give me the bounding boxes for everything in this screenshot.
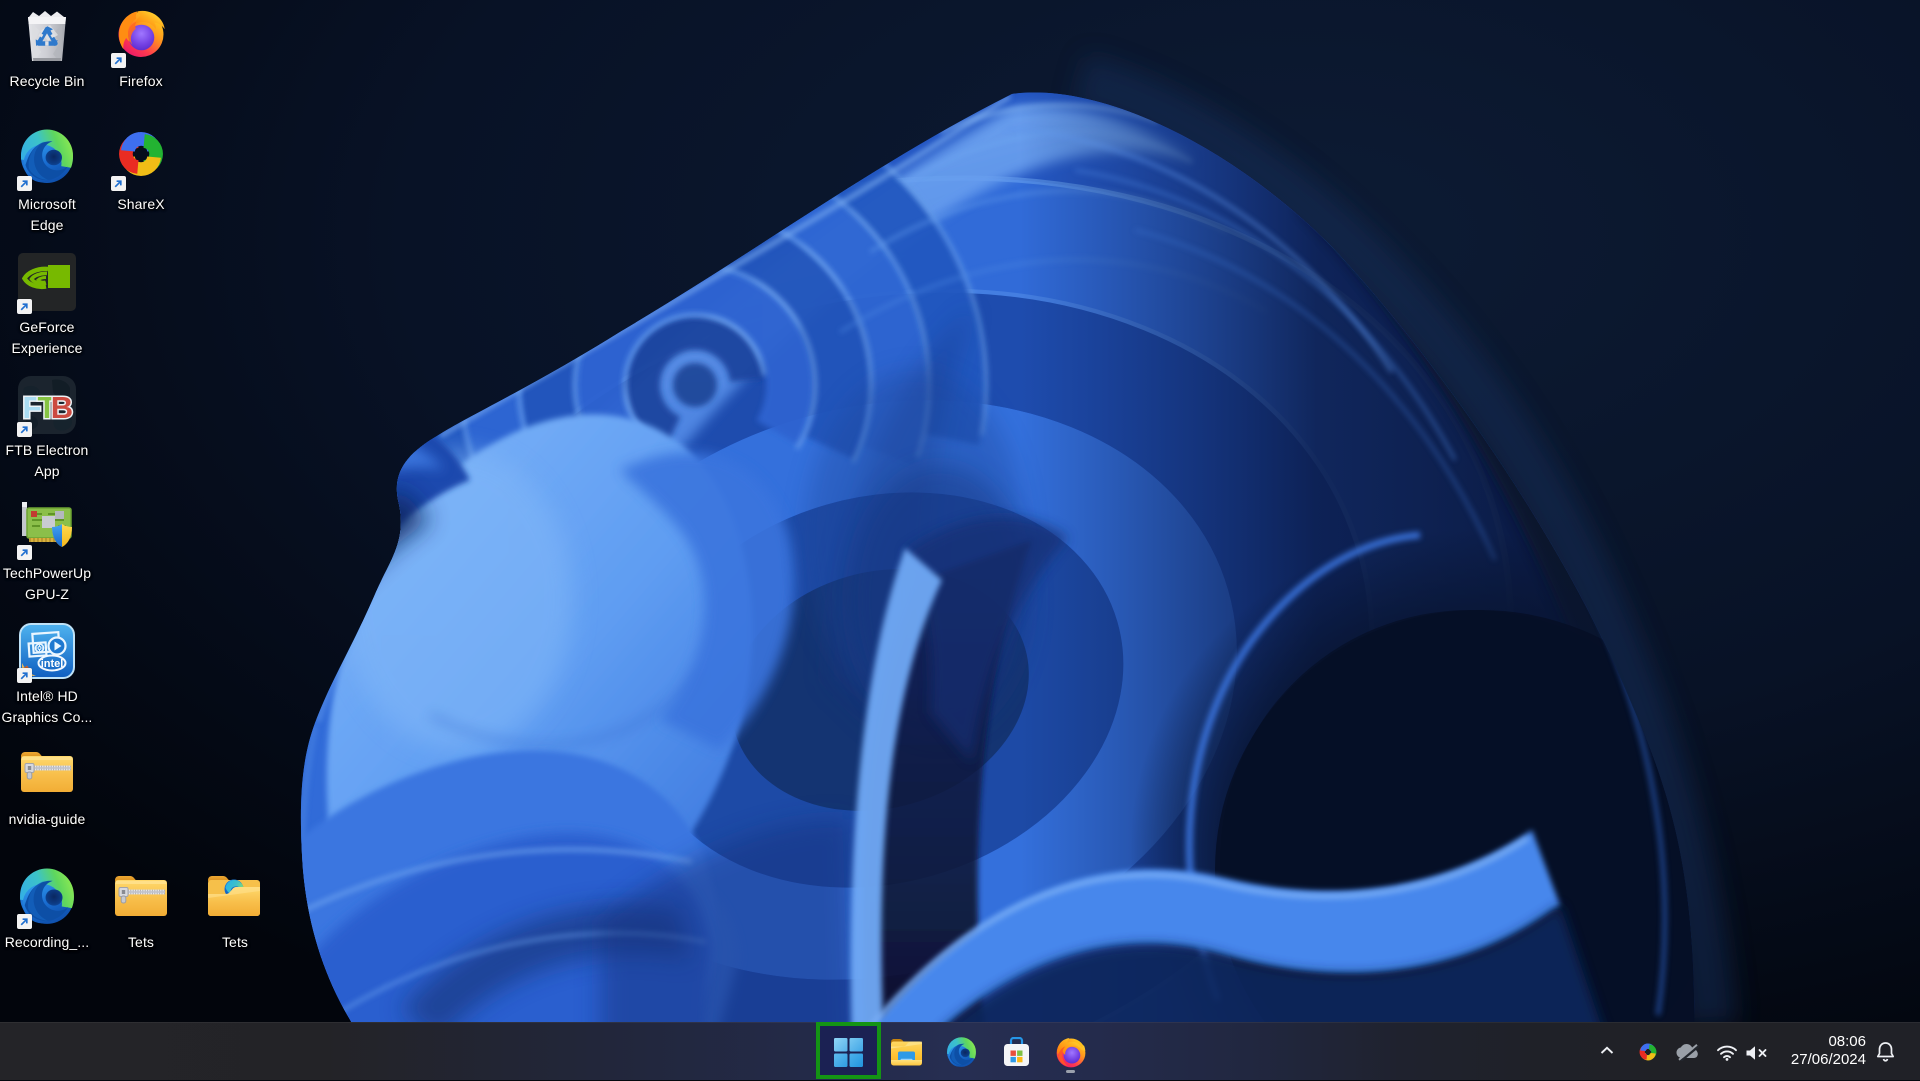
svg-text:intel: intel	[41, 658, 64, 670]
svg-text:B: B	[51, 390, 73, 425]
